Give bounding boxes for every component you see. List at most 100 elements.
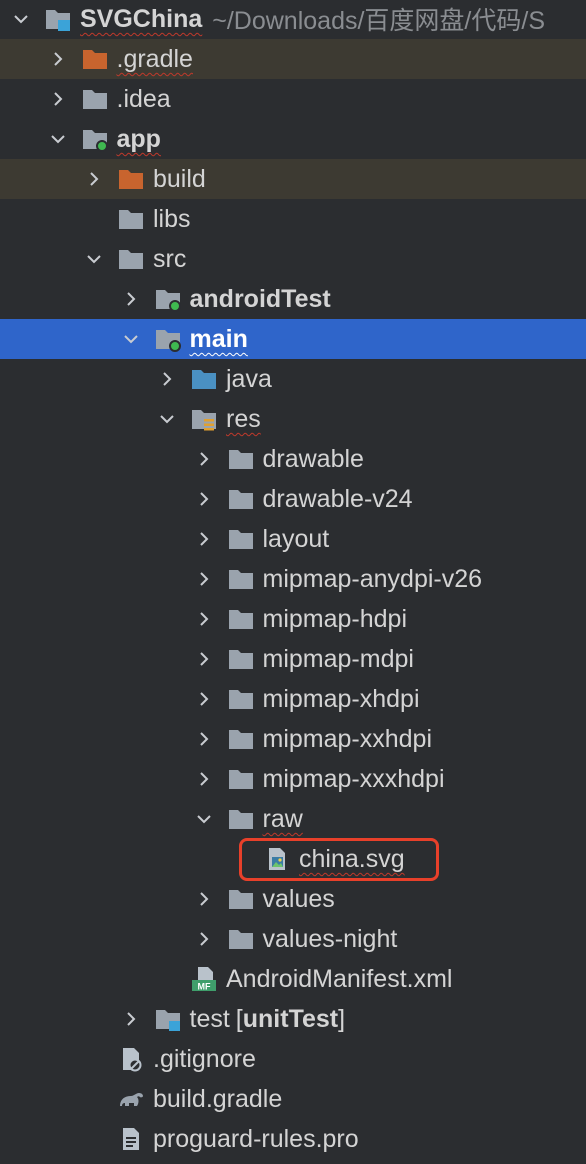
image-file-icon — [263, 846, 291, 872]
tree-item-label: drawable — [262, 445, 364, 473]
tree-item-build[interactable]: build — [0, 159, 586, 199]
tree-item-java[interactable]: java — [0, 359, 586, 399]
folder-icon — [227, 806, 255, 832]
tree-item-layout[interactable]: layout — [0, 519, 586, 559]
folder-icon — [227, 646, 255, 672]
chevron-right-icon[interactable] — [191, 886, 217, 912]
tree-item-gitignore[interactable]: .gitignore — [0, 1039, 586, 1079]
tree-item-label: mipmap-anydpi-v26 — [262, 565, 483, 593]
tree-item-label: build — [153, 165, 206, 193]
chevron-right-icon[interactable] — [191, 686, 217, 712]
tree-item-label: drawable-v24 — [262, 485, 413, 513]
tree-item-mipmap-anydpi-v26[interactable]: mipmap-anydpi-v26 — [0, 559, 586, 599]
folder-blue-icon — [190, 366, 218, 392]
folder-icon — [227, 526, 255, 552]
chevron-right-icon[interactable] — [118, 1006, 144, 1032]
source-folder-green-icon — [154, 326, 182, 352]
test-folder-icon — [154, 1006, 182, 1032]
svg-text:MF: MF — [198, 982, 211, 992]
chevron-right-icon[interactable] — [154, 366, 180, 392]
folder-orange-icon — [81, 46, 109, 72]
tree-item-libs[interactable]: libs — [0, 199, 586, 239]
chevron-right-icon[interactable] — [191, 446, 217, 472]
folder-icon — [117, 206, 145, 232]
tree-item-label: SVGChina — [80, 5, 203, 33]
tree-item-mipmap-mdpi[interactable]: mipmap-mdpi — [0, 639, 586, 679]
tree-item-raw[interactable]: raw — [0, 799, 586, 839]
tree-item-label: mipmap-xhdpi — [262, 685, 420, 713]
folder-icon — [227, 566, 255, 592]
chevron-right-icon[interactable] — [118, 286, 144, 312]
chevron-right-icon[interactable] — [191, 606, 217, 632]
tree-item-label: mipmap-xxhdpi — [262, 725, 433, 753]
chevron-down-icon[interactable] — [81, 246, 107, 272]
manifest-file-icon: MF — [190, 966, 218, 992]
tree-item-mipmap-xhdpi[interactable]: mipmap-xhdpi — [0, 679, 586, 719]
tree-item-label: java — [226, 365, 272, 393]
tree-item-label: app — [116, 125, 161, 153]
tree-item-drawable-v24[interactable]: drawable-v24 — [0, 479, 586, 519]
tree-item-androidtest[interactable]: androidTest — [0, 279, 586, 319]
chevron-right-icon[interactable] — [191, 646, 217, 672]
chevron-right-icon[interactable] — [45, 46, 71, 72]
tree-item-res[interactable]: res — [0, 399, 586, 439]
source-set-tag: [unitTest] — [235, 1004, 346, 1033]
folder-icon — [227, 926, 255, 952]
tree-item-label: mipmap-hdpi — [262, 605, 408, 633]
chevron-right-icon[interactable] — [191, 926, 217, 952]
tree-item-proguard-rules-pro[interactable]: proguard-rules.pro — [0, 1119, 586, 1159]
tree-item-label: china.svg — [299, 845, 405, 873]
chevron-right-icon[interactable] — [191, 486, 217, 512]
tree-item-label: .gitignore — [153, 1045, 256, 1073]
tree-item-app[interactable]: app — [0, 119, 586, 159]
chevron-down-icon[interactable] — [154, 406, 180, 432]
folder-icon — [227, 486, 255, 512]
tree-item-label: libs — [153, 205, 191, 233]
module-folder-icon — [44, 6, 72, 32]
folder-icon — [227, 686, 255, 712]
tree-item-build-gradle[interactable]: build.gradle — [0, 1079, 586, 1119]
tree-item-values-night[interactable]: values-night — [0, 919, 586, 959]
tree-item-main[interactable]: main — [0, 319, 586, 359]
tree-item-label: layout — [262, 525, 330, 553]
folder-icon — [227, 446, 255, 472]
tree-item-label: build.gradle — [153, 1085, 283, 1113]
tree-item-label: raw — [262, 805, 303, 833]
chevron-down-icon[interactable] — [45, 126, 71, 152]
tree-item-label: proguard-rules.pro — [153, 1125, 359, 1153]
tree-item-label: mipmap-mdpi — [262, 645, 414, 673]
folder-icon — [81, 86, 109, 112]
tree-item-mipmap-xxhdpi[interactable]: mipmap-xxhdpi — [0, 719, 586, 759]
res-folder-icon — [190, 406, 218, 432]
tree-item-test[interactable]: test [unitTest] — [0, 999, 586, 1039]
chevron-right-icon[interactable] — [191, 566, 217, 592]
chevron-down-icon[interactable] — [8, 6, 34, 32]
tree-item-label: .idea — [116, 85, 171, 113]
tree-item-svgchina[interactable]: SVGChina ~/Downloads/百度网盘/代码/S — [0, 0, 586, 39]
folder-icon — [227, 726, 255, 752]
tree-item-src[interactable]: src — [0, 239, 586, 279]
chevron-right-icon[interactable] — [191, 766, 217, 792]
tree-item-china-svg[interactable]: china.svg — [0, 839, 586, 879]
tree-item-drawable[interactable]: drawable — [0, 439, 586, 479]
project-tree: SVGChina ~/Downloads/百度网盘/代码/S .gradle .ide… — [0, 0, 586, 1164]
chevron-right-icon[interactable] — [191, 526, 217, 552]
tree-item-idea[interactable]: .idea — [0, 79, 586, 119]
chevron-down-icon[interactable] — [118, 326, 144, 352]
chevron-right-icon[interactable] — [191, 726, 217, 752]
tree-item-values[interactable]: values — [0, 879, 586, 919]
tree-item-label: res — [226, 405, 261, 433]
chevron-right-icon[interactable] — [45, 86, 71, 112]
tree-item-mipmap-hdpi[interactable]: mipmap-hdpi — [0, 599, 586, 639]
tree-item-label: test — [189, 1005, 230, 1033]
project-path: ~/Downloads/百度网盘/代码/S — [212, 7, 545, 35]
tree-item-label: AndroidManifest.xml — [226, 965, 453, 993]
chevron-down-icon[interactable] — [191, 806, 217, 832]
tree-item-mipmap-xxxhdpi[interactable]: mipmap-xxxhdpi — [0, 759, 586, 799]
tree-item-androidmanifest-xml[interactable]: MF AndroidManifest.xml — [0, 959, 586, 999]
folder-icon — [227, 606, 255, 632]
chevron-right-icon[interactable] — [81, 166, 107, 192]
tree-item-gradle[interactable]: .gradle — [0, 39, 586, 79]
module-folder-green-icon — [81, 126, 109, 152]
source-folder-green-icon — [154, 286, 182, 312]
